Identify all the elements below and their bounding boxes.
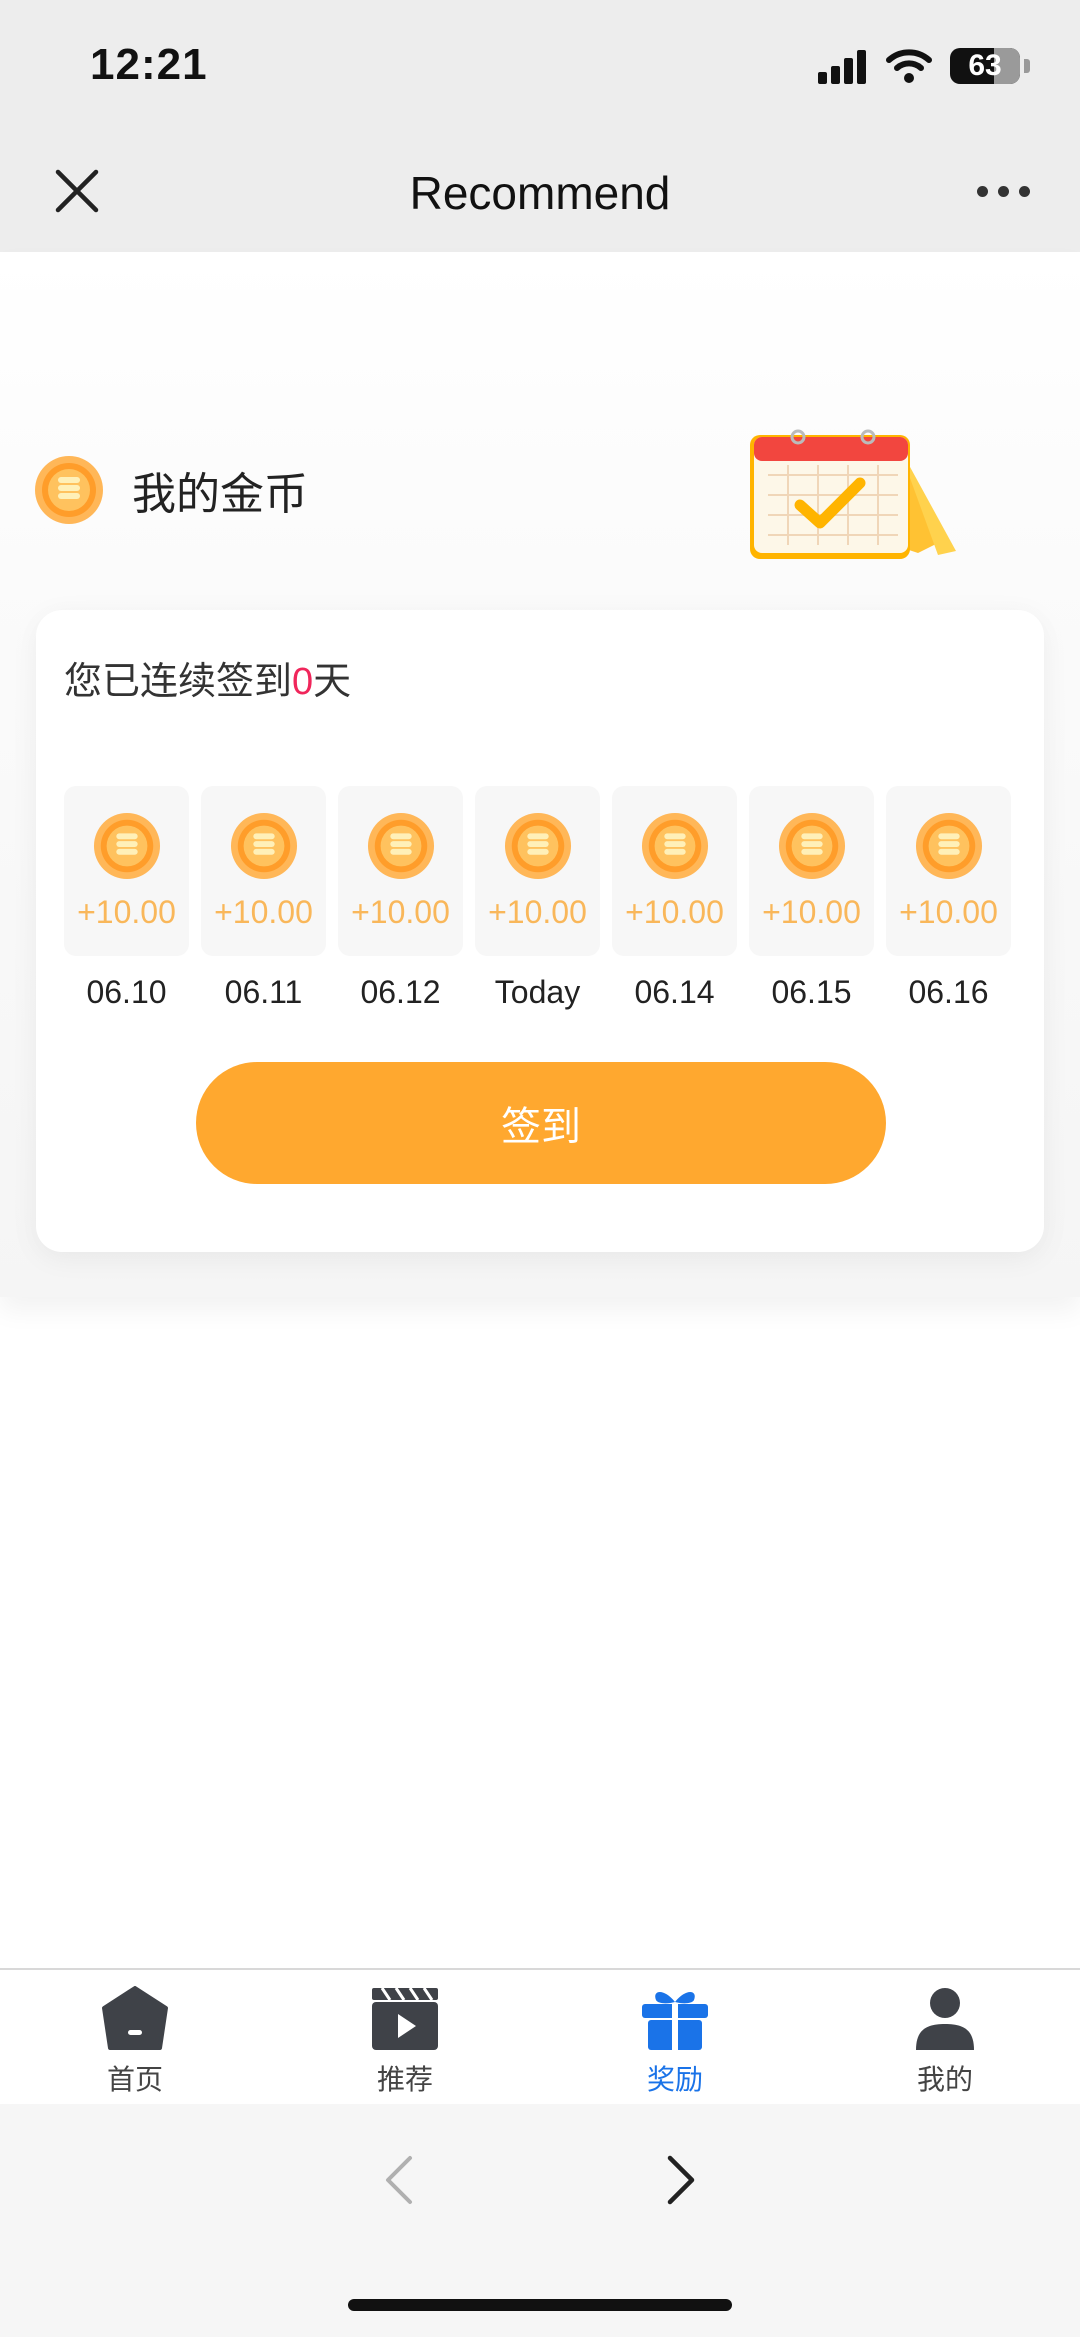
day-reward: +10.00 [625,894,724,930]
page-title: Recommend [409,167,671,219]
calendar-check-icon [750,429,956,559]
home-indicator [348,2299,732,2311]
day-item: +10.00 06.10 [64,786,189,1011]
signin-card: 您已连续签到0天 +10.00 06.10 +10.00 06.11 +10.0… [36,610,1044,1252]
tab-recommend[interactable]: 推荐 [305,1986,505,2098]
forward-arrow-icon[interactable] [660,2150,700,2210]
day-reward: +10.00 [351,894,450,930]
battery-icon: 63 [950,48,1020,84]
day-label: 06.11 [224,974,303,1010]
day-label: 06.14 [634,974,715,1010]
coin-icon [915,812,982,880]
my-coins-header: 我的金币 [34,455,308,525]
coin-icon [778,812,845,880]
status-icons: 63 [818,48,1030,84]
battery-tip [1024,59,1030,73]
my-coins-title: 我的金币 [132,470,308,519]
day-label: 06.12 [360,974,441,1010]
bottom-tab-bar: 首页 推荐 奖励 我的 [0,1968,1080,2104]
status-time: 12:21 [90,40,208,89]
gift-icon [642,1992,708,2050]
day-reward: +10.00 [899,894,998,930]
cellular-signal-icon [818,48,868,84]
coin-icon [367,812,434,880]
day-item-today: +10.00 Today [475,786,600,1011]
app-screen: 12:21 63 Recommend 我的金币 您已连续签到0天 +10.00 … [0,0,1080,2337]
day-label: 06.15 [771,974,852,1010]
day-reward-box: +10.00 [612,786,737,956]
signin-button[interactable]: 签到 [196,1062,886,1184]
day-reward-box: +10.00 [886,786,1011,956]
day-label: Today [494,974,581,1010]
video-icon [372,1987,438,2050]
profile-icon [916,1988,974,2050]
tab-home[interactable]: 首页 [35,1986,235,2098]
coin-icon [504,812,571,880]
tab-label: 首页 [106,2064,163,2095]
day-reward-box: +10.00 [749,786,874,956]
day-reward-box: +10.00 [338,786,463,956]
day-item: +10.00 06.14 [612,786,737,1011]
day-item: +10.00 06.15 [749,786,874,1011]
day-item: +10.00 06.11 [201,786,326,1011]
more-options-icon[interactable] [977,186,1030,197]
day-reward: +10.00 [214,894,313,930]
day-reward: +10.00 [77,894,176,930]
home-icon [102,1986,168,2050]
back-arrow-icon[interactable] [380,2150,420,2210]
coin-icon [93,812,160,880]
tab-profile[interactable]: 我的 [845,1986,1045,2098]
coin-icon [641,812,708,880]
tab-label: 推荐 [376,2064,433,2095]
streak-count: 0 [292,661,314,703]
day-reward-box: +10.00 [475,786,600,956]
status-bar: 12:21 63 [0,0,1080,130]
day-label: 06.16 [908,974,989,1010]
day-item: +10.00 06.16 [886,786,1011,1011]
streak-suffix: 天 [313,661,352,703]
day-reward: +10.00 [488,894,587,930]
coin-icon [230,812,297,880]
day-reward: +10.00 [762,894,861,930]
streak-prefix: 您已连续签到 [64,661,293,703]
day-item: +10.00 06.12 [338,786,463,1011]
nav-bar: Recommend [0,130,1080,252]
wifi-icon [886,49,932,83]
signin-days: +10.00 06.10 +10.00 06.11 +10.00 06.12 +… [64,786,1011,1011]
tab-label: 奖励 [646,2064,703,2095]
day-reward-box: +10.00 [64,786,189,956]
day-label: 06.10 [86,974,167,1010]
tab-label: 我的 [916,2064,973,2095]
tab-rewards[interactable]: 奖励 [575,1986,775,2098]
battery-level: 63 [968,49,1002,82]
gold-coin-icon [35,456,103,524]
browser-toolbar [0,2104,1080,2337]
day-reward-box: +10.00 [201,786,326,956]
signin-streak: 您已连续签到0天 [64,650,351,705]
